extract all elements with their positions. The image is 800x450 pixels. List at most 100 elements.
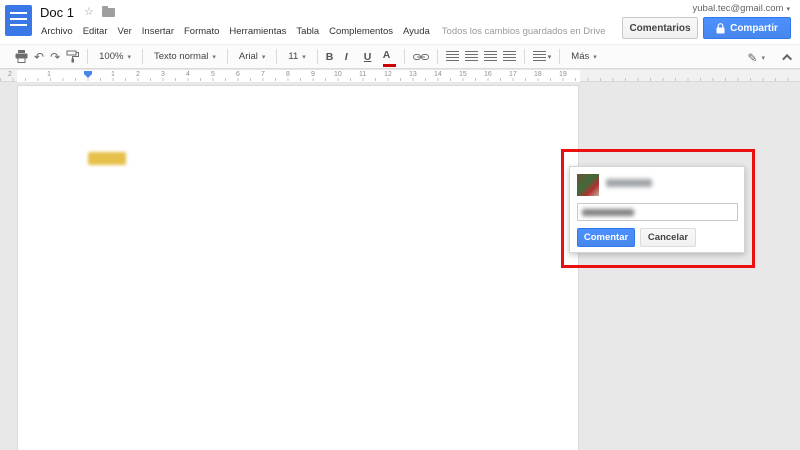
- insert-link-button[interactable]: [412, 47, 429, 67]
- toolbar-separator: [141, 49, 143, 64]
- font-value: Arial: [238, 51, 258, 62]
- paint-format-icon: [66, 50, 80, 63]
- italic-button[interactable]: I: [345, 47, 358, 67]
- align-left-button[interactable]: [445, 47, 459, 67]
- chevron-down-icon: ▾: [547, 53, 552, 61]
- ruler-number: 2: [136, 71, 140, 78]
- menu-formato[interactable]: Formato: [179, 26, 224, 37]
- print-button[interactable]: [15, 47, 28, 67]
- redo-button[interactable]: ↷: [50, 47, 60, 67]
- justify-icon: [502, 51, 516, 62]
- menu-archivo[interactable]: Archivo: [36, 26, 78, 37]
- link-icon: [412, 53, 429, 60]
- pencil-icon: ✎: [747, 50, 758, 65]
- menu-ayuda[interactable]: Ayuda: [398, 26, 435, 37]
- comment-popup: Comentar Cancelar: [569, 166, 745, 253]
- ruler-number: 18: [534, 71, 542, 78]
- ruler-number: 14: [434, 71, 442, 78]
- comments-button[interactable]: Comentarios: [622, 17, 698, 39]
- toolbar-separator: [316, 49, 318, 64]
- ruler-number: 17: [509, 71, 517, 78]
- star-icon[interactable]: ☆: [84, 5, 94, 18]
- account-email[interactable]: yubal.tec@gmail.com ▾: [693, 3, 790, 14]
- menu-tabla[interactable]: Tabla: [291, 26, 324, 37]
- paragraph-style-dropdown[interactable]: Texto normal ▾: [151, 47, 219, 67]
- toolbar-separator: [276, 49, 278, 64]
- docs-logo-icon[interactable]: [5, 5, 32, 36]
- comment-text-blurred: [582, 209, 634, 216]
- chevron-down-icon: ▾: [786, 6, 790, 13]
- underline-button[interactable]: U: [364, 47, 377, 67]
- chevron-down-icon: ▾: [593, 53, 597, 61]
- ruler[interactable]: 2 1 1 2 3 4 5 6 7 8 9 10 11 12 13 14 15 …: [0, 70, 800, 82]
- share-button[interactable]: Compartir: [703, 17, 791, 39]
- align-right-button[interactable]: [483, 47, 497, 67]
- line-spacing-button[interactable]: ▾: [532, 47, 552, 67]
- align-center-button[interactable]: [464, 47, 478, 67]
- justify-button[interactable]: [502, 47, 516, 67]
- menu-editar[interactable]: Editar: [78, 26, 113, 37]
- ruler-number: 13: [409, 71, 417, 78]
- toolbar-right-group: ✎ ▾: [741, 45, 793, 70]
- undo-button[interactable]: ↶: [34, 47, 44, 67]
- toolbar: ↶ ↷ 100% ▾ Texto normal ▾ Arial ▾ 11 ▾ B I U…: [0, 44, 800, 69]
- ruler-number: 6: [236, 71, 240, 78]
- ruler-number: 2: [8, 71, 12, 78]
- chevron-down-icon: ▾: [127, 53, 131, 61]
- ruler-number: 15: [459, 71, 467, 78]
- bold-button[interactable]: B: [326, 47, 339, 67]
- menu-herramientas[interactable]: Herramientas: [224, 26, 291, 37]
- paragraph-style-value: Texto normal: [153, 51, 209, 62]
- font-size-dropdown[interactable]: 11 ▾: [285, 47, 308, 67]
- menu-complementos[interactable]: Complementos: [324, 26, 398, 37]
- ruler-number: 3: [161, 71, 165, 78]
- ruler-number: 11: [359, 71, 367, 78]
- folder-icon[interactable]: [102, 6, 115, 17]
- zoom-dropdown[interactable]: 100% ▾: [96, 47, 134, 67]
- ruler-number: 1: [111, 71, 115, 78]
- line-spacing-icon: [532, 51, 546, 62]
- zoom-value: 100%: [99, 51, 124, 62]
- highlighted-text-blur: [88, 152, 126, 165]
- text-color-button[interactable]: A: [382, 47, 396, 67]
- toolbar-separator: [436, 49, 438, 64]
- comment-input[interactable]: [577, 203, 738, 221]
- ruler-ticks: [0, 78, 800, 81]
- toolbar-separator: [523, 49, 525, 64]
- page[interactable]: [17, 85, 579, 450]
- comment-submit-button[interactable]: Comentar: [577, 228, 635, 247]
- toolbar-separator: [403, 49, 405, 64]
- edit-mode-button[interactable]: ✎ ▾: [744, 48, 768, 68]
- collapse-toolbar-button[interactable]: [782, 53, 793, 64]
- chevron-down-icon: ▾: [302, 53, 306, 61]
- document-area: Comentar Cancelar: [0, 83, 800, 450]
- ruler-number: 19: [559, 71, 567, 78]
- share-button-label: Compartir: [730, 22, 778, 34]
- font-dropdown[interactable]: Arial ▾: [236, 47, 269, 67]
- menu-ver[interactable]: Ver: [113, 26, 137, 37]
- ruler-number: 1: [47, 71, 51, 78]
- chevron-down-icon: ▾: [261, 53, 266, 61]
- comment-cancel-button[interactable]: Cancelar: [640, 228, 696, 247]
- more-dropdown[interactable]: Más ▾: [568, 47, 599, 67]
- google-docs-window: Doc 1 ☆ Archivo Editar Ver Insertar Form…: [0, 0, 800, 450]
- ruler-number: 10: [334, 71, 342, 78]
- indent-marker[interactable]: [84, 71, 92, 78]
- align-left-icon: [445, 51, 459, 62]
- ruler-number: 9: [311, 71, 315, 78]
- ruler-number: 16: [484, 71, 492, 78]
- avatar: [577, 174, 599, 196]
- ruler-number: 4: [186, 71, 190, 78]
- author-name-blurred: [606, 179, 652, 187]
- align-right-icon: [483, 51, 497, 62]
- font-size-value: 11: [288, 51, 299, 62]
- ruler-number: 7: [261, 71, 265, 78]
- menu-insertar[interactable]: Insertar: [137, 26, 179, 37]
- paint-format-button[interactable]: [66, 47, 80, 67]
- chevron-down-icon: ▾: [761, 54, 765, 62]
- doc-title[interactable]: Doc 1: [40, 5, 74, 20]
- app-header: Doc 1 ☆ Archivo Editar Ver Insertar Form…: [0, 0, 800, 44]
- chevron-down-icon: ▾: [212, 53, 216, 61]
- print-icon: [15, 50, 28, 63]
- toolbar-separator: [226, 49, 228, 64]
